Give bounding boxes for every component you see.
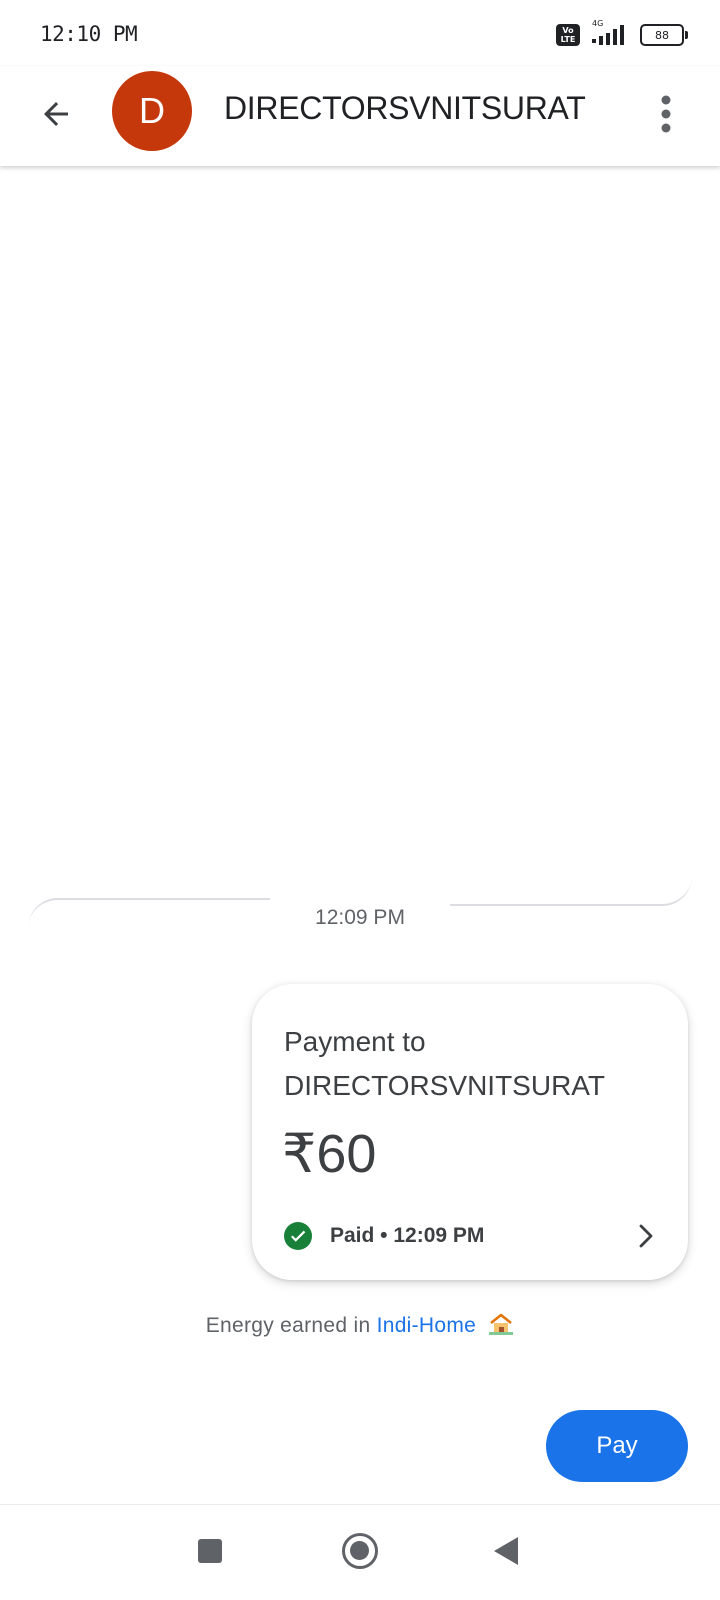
payment-status: Paid • 12:09 PM [330,1224,485,1247]
contact-name[interactable]: DIRECTORSVNITSURAT [224,90,586,127]
date-divider: 12:09 PM [28,884,692,954]
pay-button[interactable]: Pay [546,1410,688,1482]
energy-prefix: Energy earned in [205,1314,371,1337]
network-type-label: 4G [592,19,604,28]
check-circle-icon [284,1222,312,1250]
chevron-right-icon[interactable] [634,1220,658,1252]
home-circle-icon[interactable] [342,1533,378,1569]
app-bar: D DIRECTORSVNITSURAT [0,66,720,166]
recents-square-icon[interactable] [198,1539,222,1563]
battery-level: 88 [655,28,669,42]
status-icons: Vo LTE 4G 88 [556,19,688,48]
volte-icon: Vo LTE [556,24,580,46]
payment-card[interactable]: Payment to DIRECTORSVNITSURAT ₹60 Paid •… [252,984,688,1280]
back-triangle-icon[interactable] [494,1537,518,1565]
status-bar: 12:10 PM Vo LTE 4G 88 [0,0,720,66]
divider-line-right [450,876,692,906]
contact-avatar[interactable]: D [112,71,192,151]
more-vert-icon [661,95,671,133]
divider-time: 12:09 PM [315,906,405,929]
signal-strength-icon: 4G [590,19,630,47]
house-icon [488,1312,514,1342]
status-time: 12:10 PM [40,22,138,46]
battery-icon: 88 [640,24,688,46]
indi-home-link[interactable]: Indi-Home [377,1314,477,1337]
payment-title: Payment to DIRECTORSVNITSURAT [284,1026,605,1101]
arrow-left-icon [44,102,68,126]
system-nav-bar [0,1504,720,1600]
payment-amount: ₹60 [282,1124,377,1184]
payment-status-row: Paid • 12:09 PM [284,1220,658,1252]
more-options-button[interactable] [646,86,686,142]
back-button[interactable] [28,86,84,142]
energy-earned-line: Energy earned in Indi-Home [0,1312,720,1342]
